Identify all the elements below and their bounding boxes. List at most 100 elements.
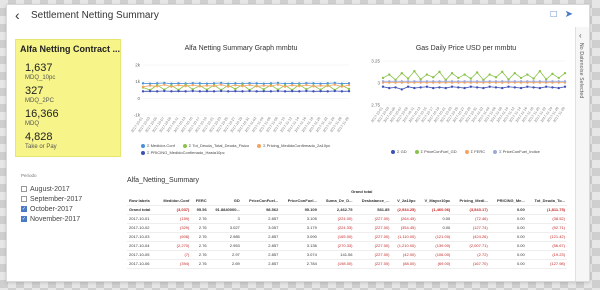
data-point[interactable] [305, 83, 308, 87]
data-point[interactable] [276, 83, 280, 86]
column-header[interactable]: PriceConFuel... [241, 196, 281, 206]
data-point[interactable] [219, 89, 223, 93]
data-point[interactable] [519, 76, 523, 80]
data-point[interactable] [319, 84, 322, 87]
data-point[interactable] [526, 73, 529, 76]
data-point[interactable] [198, 85, 202, 88]
data-point[interactable] [298, 90, 301, 93]
data-point[interactable] [400, 71, 404, 75]
data-point[interactable] [413, 69, 416, 73]
data-point[interactable] [312, 82, 315, 85]
data-point[interactable] [494, 80, 498, 83]
data-point[interactable] [248, 89, 251, 93]
data-point[interactable] [198, 82, 202, 85]
data-point[interactable] [406, 85, 410, 88]
data-point[interactable] [234, 83, 237, 87]
column-header[interactable]: Suma_De_D... [318, 196, 355, 206]
legend-item[interactable]: Σ PriceConFuel_GD [414, 149, 457, 154]
data-point[interactable] [475, 71, 479, 74]
data-point[interactable] [463, 86, 466, 90]
data-point[interactable] [413, 80, 416, 83]
data-point[interactable] [269, 84, 273, 88]
data-point[interactable] [156, 90, 159, 93]
chevron-left-icon[interactable]: ‹ [579, 31, 582, 40]
table-row[interactable]: 2017-10-04 (2,270) 2.76 2.953 2.857 3.136 (270… [127, 241, 567, 251]
table-row[interactable]: 2017-10-05 (7) 2.76 2.97 2.857 3.074 141.06 (22… [127, 250, 567, 260]
data-point[interactable] [381, 85, 385, 88]
checkbox[interactable] [21, 196, 27, 202]
legend-item[interactable]: Σ FERC [464, 149, 485, 154]
data-point[interactable] [444, 80, 447, 83]
legend-item[interactable]: Σ Medidor-Conf [141, 143, 175, 148]
data-point[interactable] [388, 80, 391, 83]
data-point[interactable] [438, 80, 441, 83]
data-point[interactable] [475, 80, 479, 83]
data-point[interactable] [563, 80, 567, 83]
data-point[interactable] [551, 80, 554, 83]
data-point[interactable] [501, 80, 504, 83]
data-point[interactable] [538, 69, 542, 73]
column-header[interactable]: GD [208, 196, 242, 206]
share-icon[interactable]: ➤ [565, 9, 573, 20]
data-point[interactable] [319, 89, 322, 93]
data-point[interactable] [227, 90, 230, 93]
data-point[interactable] [347, 87, 351, 91]
data-point[interactable] [532, 86, 535, 89]
legend-item[interactable]: Σ Tot_Deuda_Total_Deuda_Fisico [182, 143, 249, 148]
column-header[interactable]: V_2a10pc [391, 196, 418, 206]
data-point[interactable] [333, 89, 336, 93]
data-point[interactable] [507, 85, 510, 88]
column-header[interactable]: Pricing_Medi... [452, 196, 490, 206]
data-point[interactable] [501, 86, 504, 90]
data-point[interactable] [255, 90, 258, 93]
data-point[interactable] [340, 90, 344, 93]
data-point[interactable] [394, 86, 397, 89]
data-point[interactable] [488, 80, 491, 83]
data-point[interactable] [283, 90, 287, 93]
data-point[interactable] [400, 80, 404, 83]
column-header[interactable]: Medidor-Conf [156, 196, 192, 206]
data-point[interactable] [538, 86, 542, 90]
bookmark-icon[interactable]: □ [551, 9, 557, 20]
data-point[interactable] [544, 85, 548, 88]
column-header[interactable]: PriceConFuel... [280, 196, 319, 206]
data-point[interactable] [191, 89, 194, 93]
filter-item[interactable]: August-2017 [21, 184, 121, 194]
data-point[interactable] [457, 76, 460, 80]
data-point[interactable] [419, 80, 422, 83]
data-point[interactable] [488, 85, 491, 88]
data-point[interactable] [551, 72, 554, 76]
data-point[interactable] [148, 89, 152, 93]
data-point[interactable] [141, 82, 145, 85]
data-point[interactable] [326, 84, 329, 88]
data-point[interactable] [381, 76, 385, 80]
data-point[interactable] [482, 86, 485, 90]
data-point[interactable] [276, 89, 280, 93]
data-point[interactable] [198, 90, 202, 93]
data-point[interactable] [519, 86, 523, 90]
data-point[interactable] [269, 90, 273, 93]
data-point[interactable] [501, 70, 504, 74]
data-point[interactable] [170, 85, 173, 88]
data-point[interactable] [170, 90, 173, 93]
data-point[interactable] [513, 80, 516, 83]
data-point[interactable] [425, 80, 429, 83]
data-point[interactable] [488, 73, 491, 76]
data-point[interactable] [141, 90, 145, 93]
data-point[interactable] [557, 76, 560, 80]
data-point[interactable] [482, 80, 485, 83]
data-point[interactable] [184, 84, 187, 88]
data-point[interactable] [450, 80, 454, 83]
table-row[interactable]: 2017-10-01 (159) 2.76 3 2.857 3.105 (224.00) (2… [127, 214, 567, 224]
data-point[interactable] [262, 84, 265, 87]
data-point[interactable] [406, 80, 410, 83]
data-point[interactable] [388, 86, 391, 90]
data-point[interactable] [557, 80, 560, 83]
data-point[interactable] [469, 77, 473, 80]
data-point[interactable] [290, 89, 294, 93]
data-point[interactable] [347, 89, 351, 93]
data-point[interactable] [419, 86, 422, 89]
column-header[interactable]: Tot_Deuda_To... [526, 196, 567, 206]
data-point[interactable] [312, 85, 315, 88]
data-point[interactable] [141, 85, 145, 88]
